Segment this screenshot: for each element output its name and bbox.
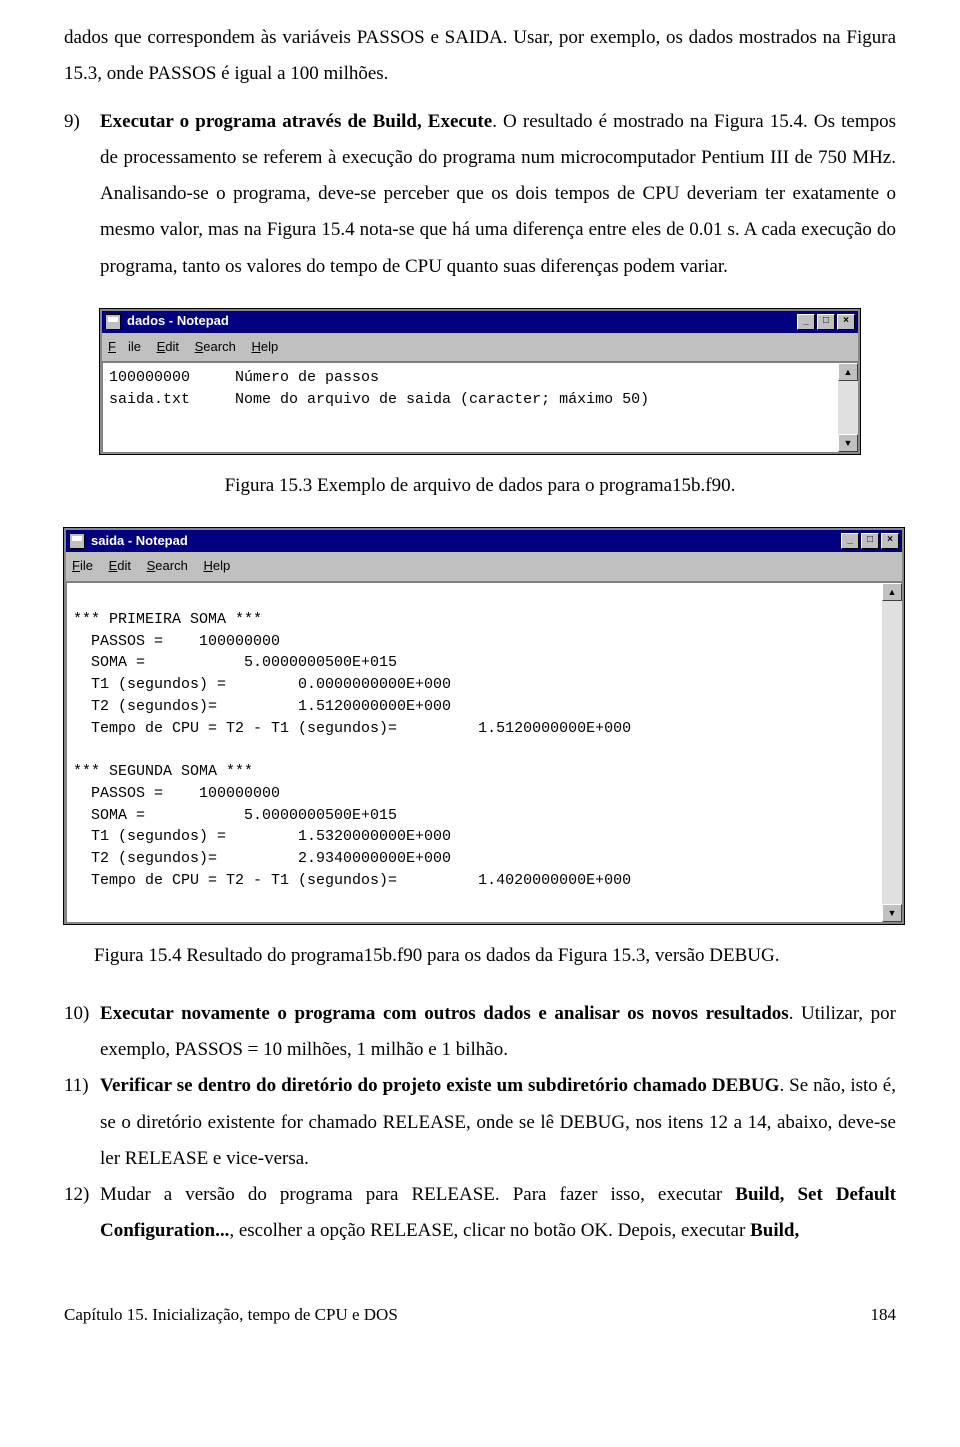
list-item-12: 12) Mudar a versão do programa para RELE… [100, 1177, 896, 1249]
menu-search[interactable]: Search [195, 339, 236, 354]
figure-caption-15-4: Figura 15.4 Resultado do programa15b.f90… [64, 938, 896, 974]
list-item-12-wrap: 12) Mudar a versão do programa para RELE… [64, 1177, 896, 1249]
list-item-body: Mudar a versão do programa para RELEASE.… [100, 1177, 896, 1249]
paragraph-continuation: dados que correspondem às variáveis PASS… [64, 20, 896, 92]
menu-help[interactable]: Help [251, 339, 278, 354]
menu-file[interactable]: File [108, 339, 141, 354]
titlebar[interactable]: dados - Notepad _ □ × [102, 311, 858, 333]
txt-e: Build, [750, 1220, 799, 1241]
vertical-scrollbar[interactable]: ▲ ▼ [882, 582, 902, 922]
list-item-10-wrap: 10) Executar novamente o programa com ou… [64, 996, 896, 1068]
scroll-track[interactable] [838, 381, 858, 434]
lead-bold: Verificar se dentro do diretório do proj… [100, 1075, 779, 1096]
scroll-down-icon[interactable]: ▼ [838, 434, 858, 452]
close-button[interactable]: × [881, 533, 899, 549]
menu-file[interactable]: File [72, 558, 93, 573]
menu-edit[interactable]: Edit [157, 339, 179, 354]
caption-text: Figura 15.4 Resultado do programa15b.f90… [94, 945, 779, 966]
lead-bold: Executar o programa através de Build, Ex… [100, 111, 492, 132]
list-item-body: Executar novamente o programa com outros… [100, 996, 896, 1068]
menubar: File Edit Search Help [66, 552, 902, 582]
figure-caption-15-3: Figura 15.3 Exemplo de arquivo de dados … [64, 468, 896, 504]
minimize-button[interactable]: _ [797, 314, 815, 330]
text-content[interactable]: *** PRIMEIRA SOMA *** PASSOS = 100000000… [66, 582, 882, 922]
minimize-button[interactable]: _ [841, 533, 859, 549]
client-area: 100000000 Número de passos saida.txt Nom… [102, 362, 858, 452]
txt-d: . Depois, executar [608, 1220, 750, 1241]
list-item-10: 10) Executar novamente o programa com ou… [100, 996, 896, 1068]
list-marker: 12) [64, 1177, 100, 1249]
list-marker: 11) [64, 1068, 100, 1176]
tail-text: . O resultado é mostrado na Figura 15.4.… [100, 111, 896, 276]
close-button[interactable]: × [837, 314, 855, 330]
footer-page-number: 184 [871, 1299, 897, 1331]
list-item-11-wrap: 11) Verificar se dentro do diretório do … [64, 1068, 896, 1176]
text: dados que correspondem às variáveis PASS… [64, 27, 896, 84]
menu-search[interactable]: Search [147, 558, 188, 573]
maximize-button[interactable]: □ [817, 314, 835, 330]
menu-help[interactable]: Help [203, 558, 230, 573]
maximize-button[interactable]: □ [861, 533, 879, 549]
txt-c: , escolher a opção RELEASE, clicar no bo… [229, 1220, 608, 1241]
notepad-window-dados: dados - Notepad _ □ × File Edit Search H… [100, 309, 860, 455]
list-marker: 9) [64, 104, 100, 284]
list-item-9-wrap: 9) Executar o programa através de Build,… [64, 104, 896, 284]
window-title: dados - Notepad [127, 309, 795, 334]
window-title: saida - Notepad [91, 529, 839, 554]
caption-text: Figura 15.3 Exemplo de arquivo de dados … [225, 475, 736, 496]
client-area: *** PRIMEIRA SOMA *** PASSOS = 100000000… [66, 582, 902, 922]
list-item-body: Executar o programa através de Build, Ex… [100, 104, 896, 284]
list-item-11: 11) Verificar se dentro do diretório do … [100, 1068, 896, 1176]
list-marker: 10) [64, 996, 100, 1068]
footer-left: Capítulo 15. Inicialização, tempo de CPU… [64, 1299, 398, 1331]
scroll-track[interactable] [882, 601, 902, 904]
vertical-scrollbar[interactable]: ▲ ▼ [838, 362, 858, 452]
lead-bold: Executar novamente o programa com outros… [100, 1003, 789, 1024]
menubar: File Edit Search Help [102, 333, 858, 363]
list-item-9: 9) Executar o programa através de Build,… [100, 104, 896, 284]
menu-edit[interactable]: Edit [109, 558, 131, 573]
txt-a: Mudar a versão do programa para RELEASE.… [100, 1184, 735, 1205]
notepad-window-saida: saida - Notepad _ □ × File Edit Search H… [64, 528, 904, 924]
scroll-up-icon[interactable]: ▲ [838, 363, 858, 381]
app-icon [69, 533, 85, 549]
text-content[interactable]: 100000000 Número de passos saida.txt Nom… [102, 362, 838, 452]
scroll-up-icon[interactable]: ▲ [882, 583, 902, 601]
list-item-body: Verificar se dentro do diretório do proj… [100, 1068, 896, 1176]
page-footer: Capítulo 15. Inicialização, tempo de CPU… [64, 1299, 896, 1331]
titlebar[interactable]: saida - Notepad _ □ × [66, 530, 902, 552]
app-icon [105, 314, 121, 330]
scroll-down-icon[interactable]: ▼ [882, 904, 902, 922]
